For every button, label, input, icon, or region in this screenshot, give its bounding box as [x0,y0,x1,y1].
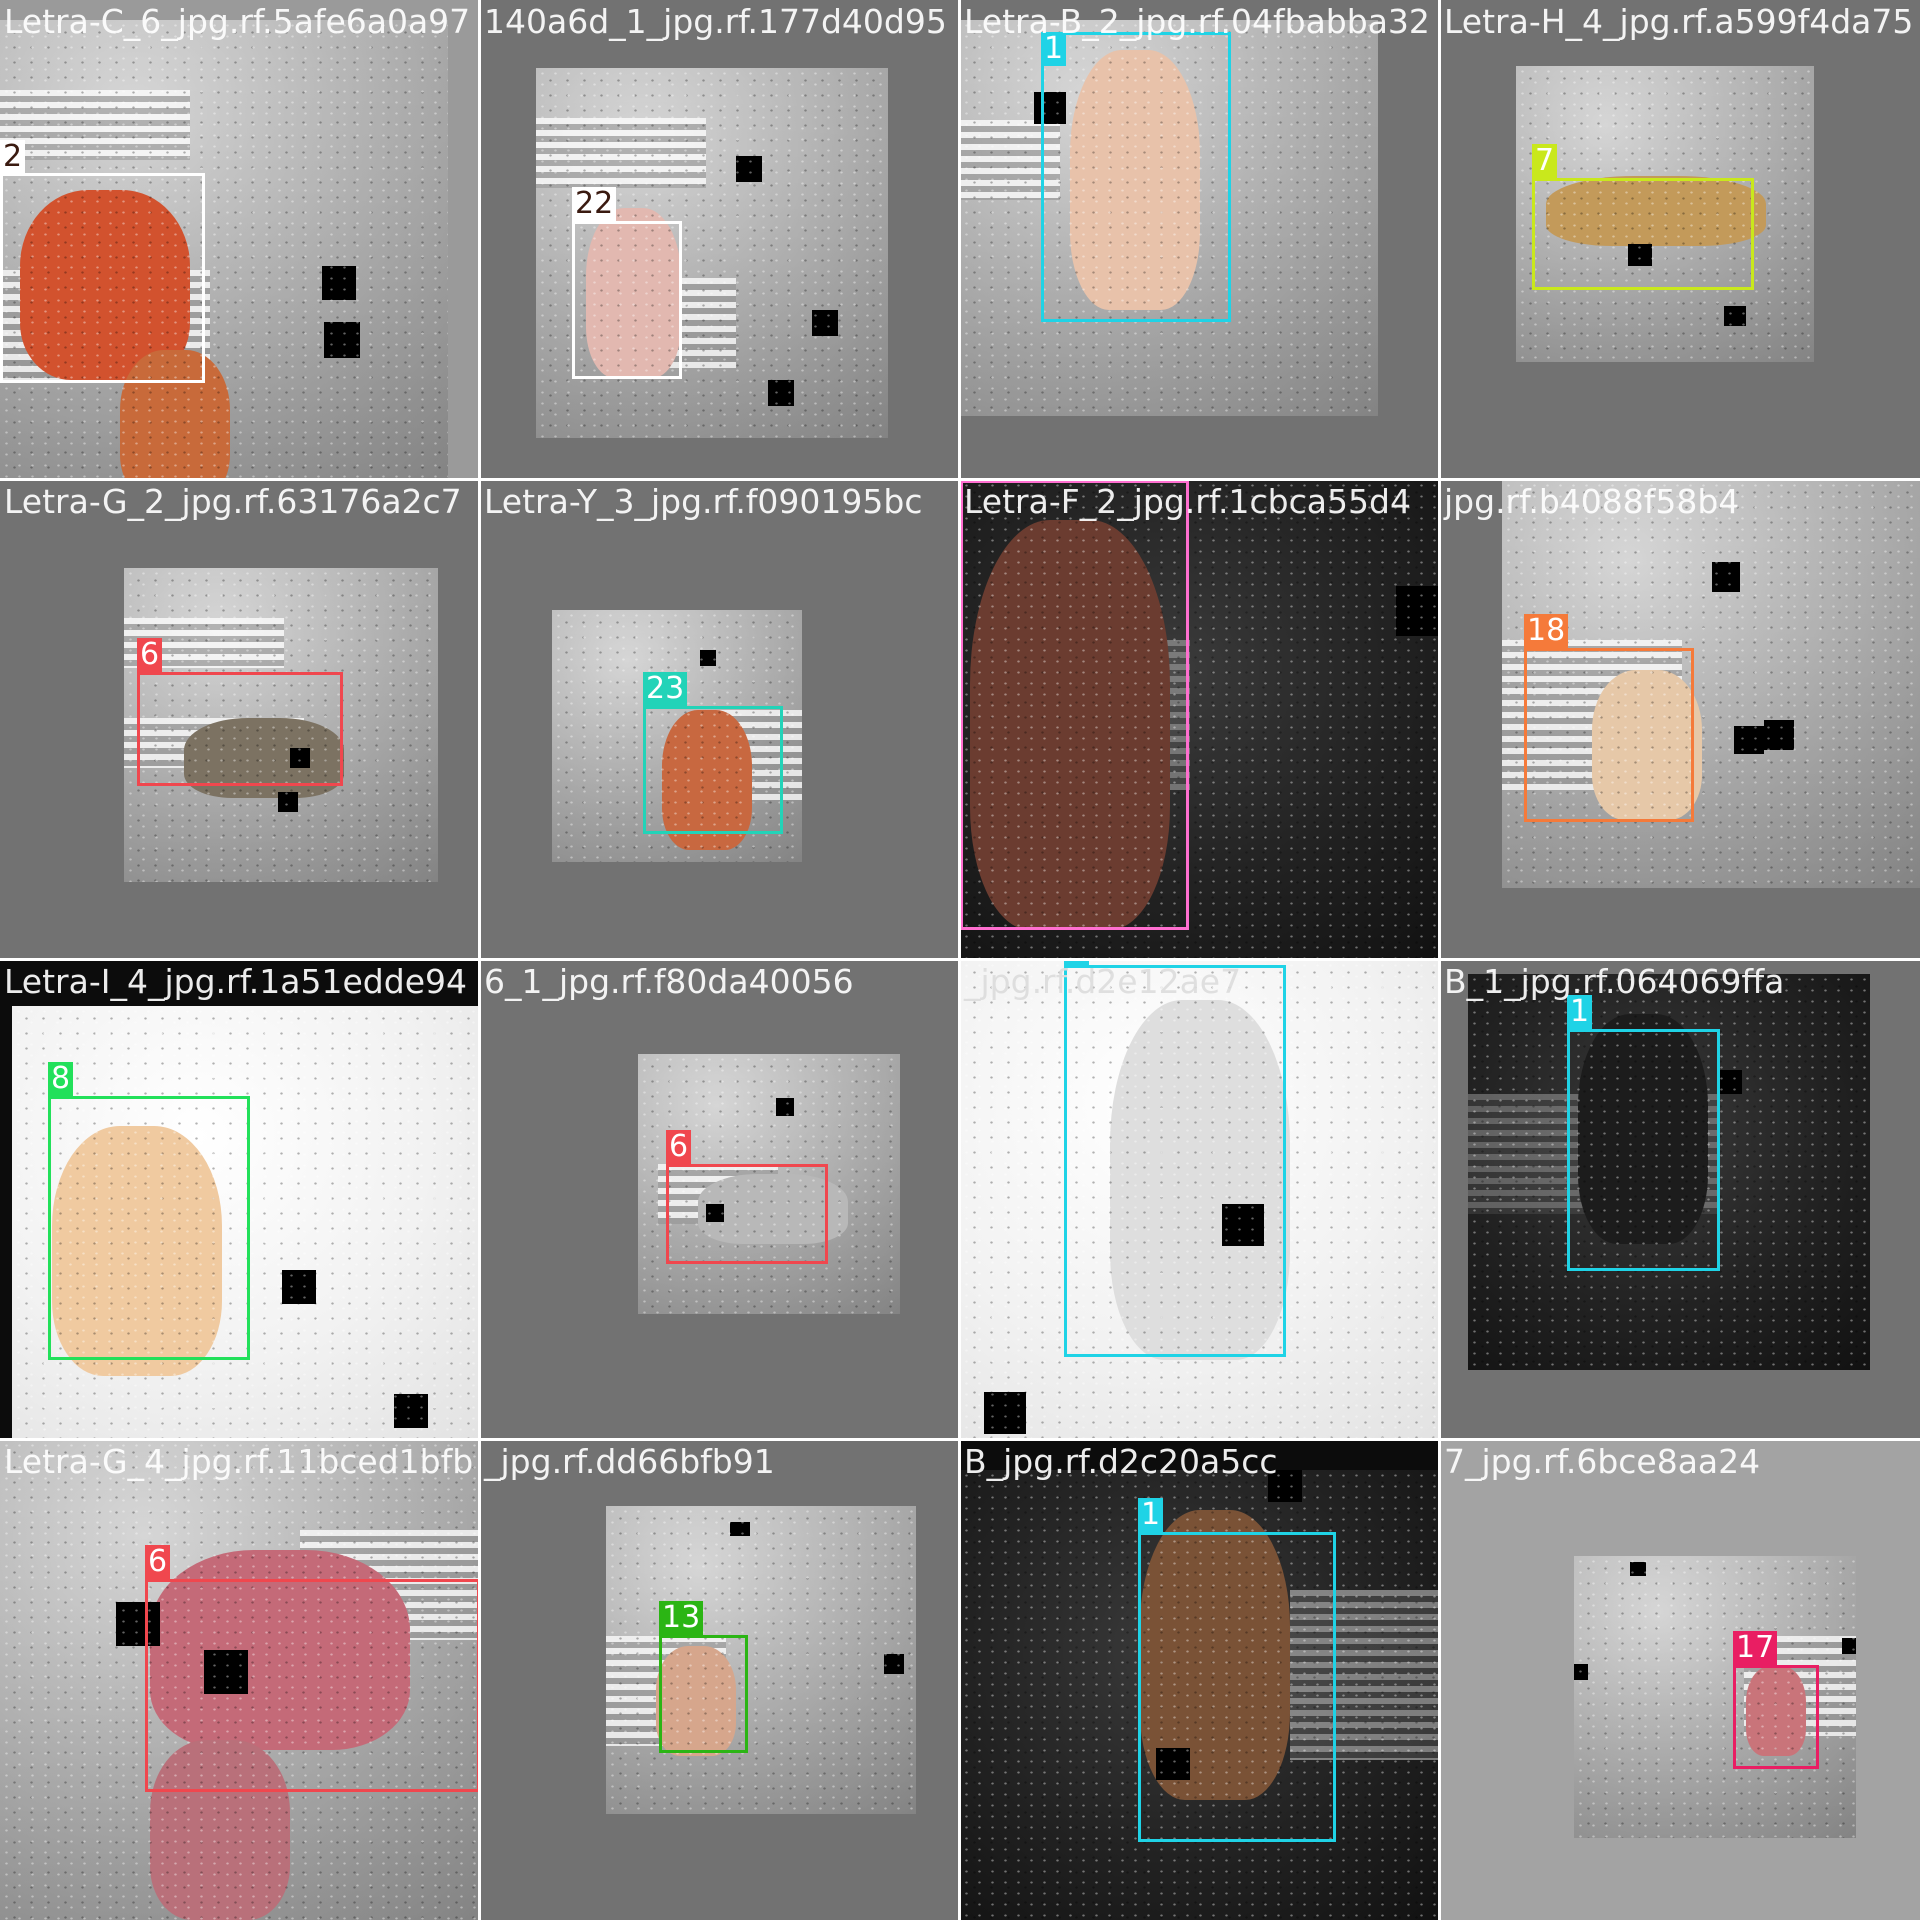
bounding-box [1733,1665,1819,1769]
filename-caption: _jpg.rf.dd66bfb91 [484,1442,775,1481]
bounding-box [0,173,205,383]
tile-13: 6 Letra-G_4_jpg.rf.11bced1bfb [0,1440,480,1920]
occlusion-square [1712,562,1740,592]
grid-divider [0,478,1920,481]
filename-caption: Letra-G_4_jpg.rf.11bced1bfb [4,1442,474,1481]
mosaic-grid: 2 Letra-C_6_jpg.rf.5afe6a0a97 22 140a6d_… [0,0,1920,1920]
filename-caption: Letra-H_4_jpg.rf.a599f4da75 [1444,2,1914,41]
occlusion-square [1630,1562,1646,1576]
tile-8: 18 jpg.rf.b4088f58b4 [1440,480,1920,960]
tile-15: 1 B_jpg.rf.d2c20a5cc [960,1440,1440,1920]
occlusion-square [394,1394,428,1428]
occlusion-square [1574,1664,1588,1680]
tile-10: 6 6_1_jpg.rf.f80da40056 [480,960,960,1440]
occlusion-square [1764,720,1794,750]
filename-caption: jpg.rf.b4088f58b4 [1444,482,1740,521]
occlusion-square [700,650,716,666]
bounding-box [572,221,682,379]
occlusion-square [1842,1638,1856,1654]
tile-2: 22 140a6d_1_jpg.rf.177d40d95 [480,0,960,480]
bounding-box [48,1096,250,1360]
window-blinds [536,118,706,188]
bounding-box [145,1579,480,1792]
occlusion-square [984,1392,1026,1434]
grid-divider [0,1438,1920,1441]
filename-caption: Letra-B_2_jpg.rf.04fbabba32 [964,2,1430,41]
class-label: 13 [659,1601,704,1635]
filename-caption: Letra-C_6_jpg.rf.5afe6a0a97 [4,2,471,41]
bounding-box [1064,965,1286,1357]
filename-caption: Letra-F_2_jpg.rf.1cbca55d4 [964,482,1411,521]
bounding-box [1041,32,1231,322]
occlusion-square [322,266,356,300]
tile-14: 13 _jpg.rf.dd66bfb91 [480,1440,960,1920]
occlusion-square [812,310,838,336]
filename-caption: 140a6d_1_jpg.rf.177d40d95 [484,2,947,41]
filename-caption: Letra-Y_3_jpg.rf.f090195bc [484,482,923,521]
filename-caption: 6_1_jpg.rf.f80da40056 [484,962,854,1001]
tile-3: 1 Letra-B_2_jpg.rf.04fbabba32 [960,0,1440,480]
filename-caption: B_1_jpg.rf.064069ffa [1444,962,1785,1001]
class-label: 6 [666,1130,692,1164]
class-label: 8 [48,1062,74,1096]
tile-1: 2 Letra-C_6_jpg.rf.5afe6a0a97 [0,0,480,480]
tile-12: 1 B_1_jpg.rf.064069ffa [1440,960,1920,1440]
tile-5: 6 Letra-G_2_jpg.rf.63176a2c7 [0,480,480,960]
filename-caption: Letra-G_2_jpg.rf.63176a2c7 [4,482,462,521]
bounding-box [643,706,783,834]
occlusion-square [282,1270,316,1304]
bounding-box [1532,178,1754,290]
class-label: 6 [137,638,163,672]
occlusion-square [324,322,360,358]
filename-caption: B_jpg.rf.d2c20a5cc [964,1442,1278,1481]
bounding-box [1567,1029,1720,1271]
tile-9: 8 Letra-I_4_jpg.rf.1a51edde94 [0,960,480,1440]
occlusion-square [884,1654,904,1674]
tile-11: 1 _jpg.rf.d2e12ae7 [960,960,1440,1440]
grid-divider [0,958,1920,961]
occlusion-square [776,1098,794,1116]
occlusion-square [1734,726,1764,754]
class-label: 1 [1138,1498,1164,1532]
occlusion-square [1396,586,1440,636]
tile-6: 23 Letra-Y_3_jpg.rf.f090195bc [480,480,960,960]
bounding-box [1138,1532,1336,1842]
tile-16: 17 7_jpg.rf.6bce8aa24 [1440,1440,1920,1920]
photo [606,1506,916,1814]
occlusion-square [1724,306,1746,326]
filename-caption: 7_jpg.rf.6bce8aa24 [1444,1442,1761,1481]
class-label: 23 [643,672,688,706]
class-label: 7 [1532,144,1558,178]
class-label: 17 [1733,1631,1778,1665]
filename-caption: _jpg.rf.d2e12ae7 [964,962,1242,1001]
class-label: 22 [572,187,617,221]
occlusion-square [278,792,298,812]
bounding-box [137,672,343,786]
window-blinds [0,90,190,160]
tile-7: 5 Letra-F_2_jpg.rf.1cbca55d4 [960,480,1440,960]
bounding-box [960,480,1189,930]
occlusion-square [730,1522,750,1536]
tile-4: 7 Letra-H_4_jpg.rf.a599f4da75 [1440,0,1920,480]
bounding-box [1524,648,1694,822]
occlusion-square [768,380,794,406]
class-label: 2 [0,140,26,174]
occlusion-square [1720,1070,1742,1094]
class-label: 18 [1524,614,1569,648]
bounding-box [659,1635,748,1753]
filename-caption: Letra-I_4_jpg.rf.1a51edde94 [4,962,467,1001]
bounding-box [666,1164,828,1264]
class-label: 6 [145,1545,171,1579]
occlusion-square [736,156,762,182]
